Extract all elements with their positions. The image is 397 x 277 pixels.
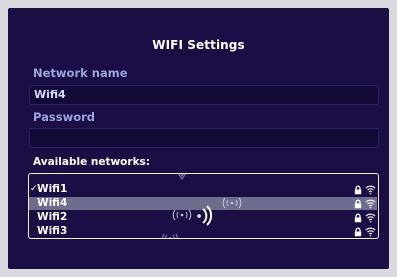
network-name: Wifi3 xyxy=(37,225,68,237)
wifi-settings-dialog: WIFI Settings Network name Wifi4 Passwor… xyxy=(8,8,389,269)
wifi-scanning-icon xyxy=(162,234,178,238)
dialog-title: WIFI Settings xyxy=(152,38,245,52)
wifi-scanning-icon xyxy=(197,205,213,226)
lock-icon xyxy=(354,227,362,237)
lock-icon xyxy=(354,199,362,209)
lock-icon xyxy=(354,185,362,195)
available-networks-label: Available networks: xyxy=(33,156,150,168)
wifi-icon xyxy=(365,199,376,209)
password-input[interactable] xyxy=(29,128,379,148)
network-row-wifi1[interactable]: ✓ Wifi1 xyxy=(29,183,377,196)
network-row-wifi3[interactable]: Wifi3 xyxy=(29,225,377,238)
network-name: Wifi2 xyxy=(37,211,68,223)
network-name: Wifi4 xyxy=(37,197,68,209)
wifi-scanning-icon xyxy=(222,197,242,209)
wifi-icon xyxy=(365,227,376,237)
lock-icon xyxy=(354,213,362,223)
wifi-scanning-icon xyxy=(178,174,186,180)
network-name-input[interactable]: Wifi4 xyxy=(29,85,379,105)
password-label: Password xyxy=(33,110,95,124)
wifi-icon xyxy=(365,213,376,223)
network-list[interactable]: ✓ Wifi1 Wifi4 Wifi2 Wifi3 xyxy=(28,173,379,239)
wifi-icon xyxy=(365,185,376,195)
network-name-label: Network name xyxy=(33,66,128,80)
wifi-scanning-icon xyxy=(172,209,192,221)
network-name: Wifi1 xyxy=(37,183,68,195)
screen-frame: WIFI Settings Network name Wifi4 Passwor… xyxy=(0,0,397,277)
